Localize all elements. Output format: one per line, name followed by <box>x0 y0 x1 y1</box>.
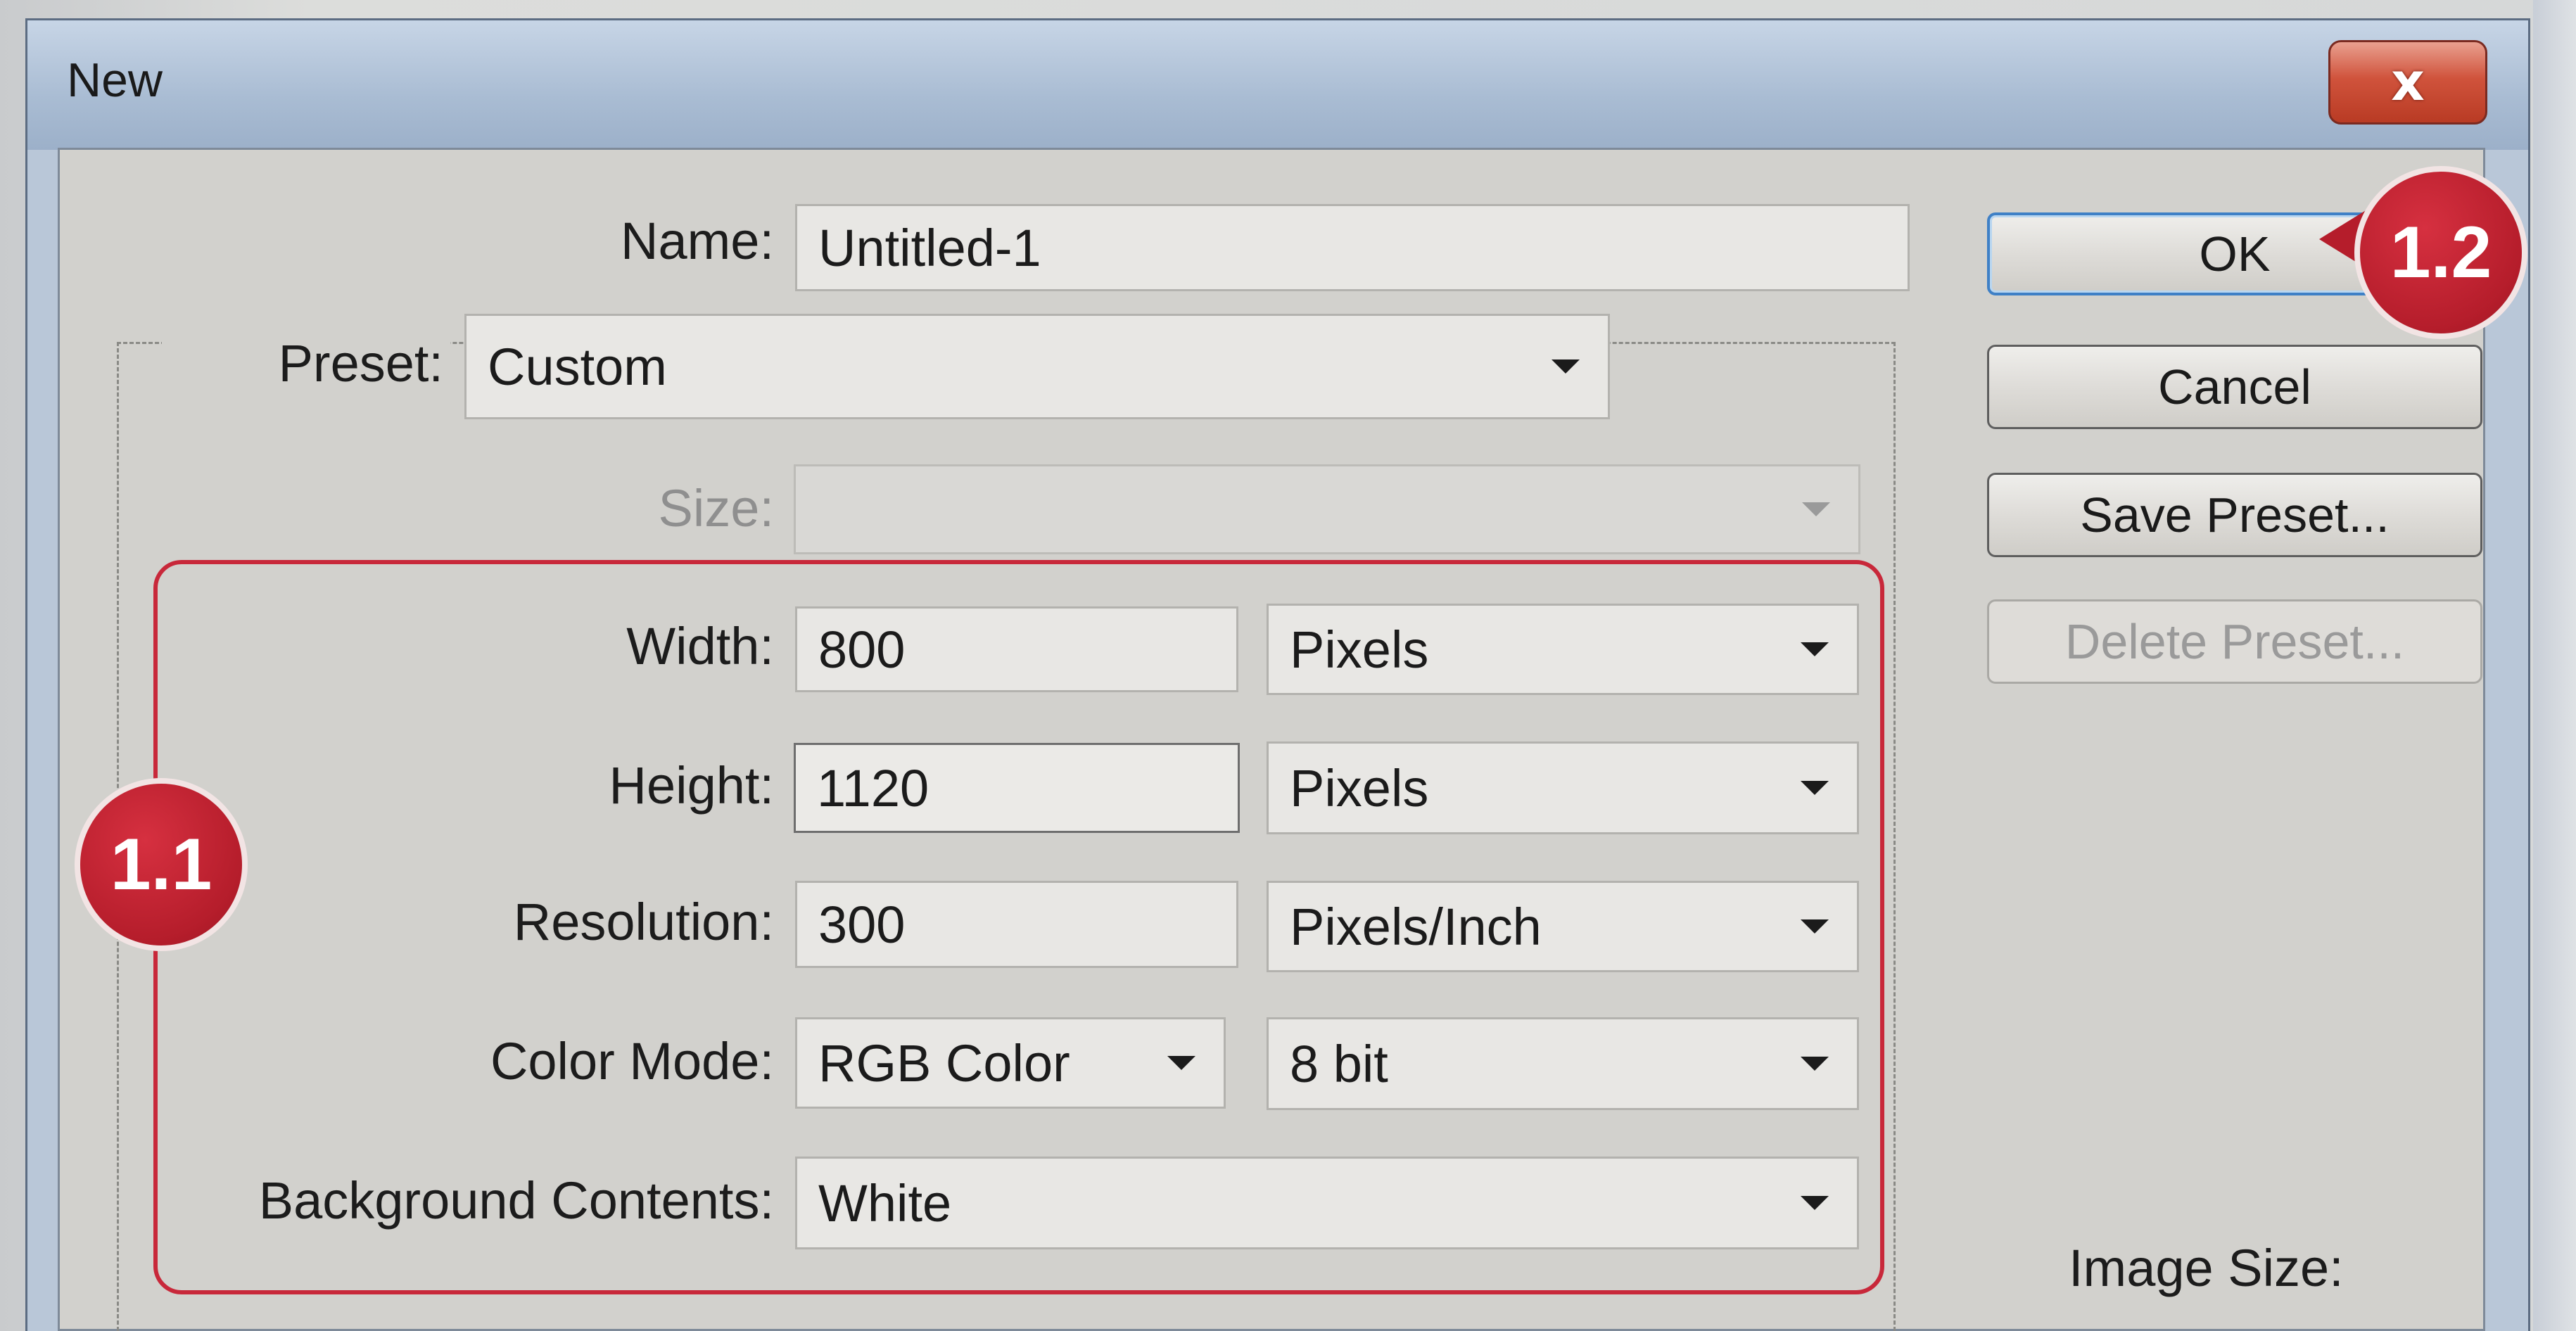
width-unit-dropdown[interactable]: Pixels <box>1267 604 1859 695</box>
cancel-button[interactable]: Cancel <box>1987 345 2482 429</box>
chevron-down-icon <box>1167 1056 1195 1070</box>
chevron-down-icon <box>1801 642 1829 656</box>
height-label: Height: <box>609 756 774 815</box>
save-preset-button[interactable]: Save Preset... <box>1987 473 2482 557</box>
color-mode-value: RGB Color <box>818 1033 1070 1093</box>
width-label: Width: <box>626 617 774 675</box>
color-mode-label: Color Mode: <box>490 1032 774 1090</box>
resolution-unit-value: Pixels/Inch <box>1290 897 1542 956</box>
width-input[interactable]: 800 <box>795 606 1238 692</box>
image-size-label: Image Size: <box>2069 1239 2344 1297</box>
bit-depth-value: 8 bit <box>1290 1034 1388 1093</box>
resolution-label: Resolution: <box>513 893 774 951</box>
height-input[interactable]: 1120 <box>794 743 1240 833</box>
resolution-input[interactable]: 300 <box>795 881 1238 968</box>
bit-depth-dropdown[interactable]: 8 bit <box>1267 1017 1859 1110</box>
width-unit-value: Pixels <box>1290 620 1429 679</box>
background-window-edge <box>2533 0 2576 1331</box>
size-dropdown[interactable] <box>794 464 1860 554</box>
size-label: Size: <box>658 479 774 537</box>
background-contents-dropdown[interactable]: White <box>795 1157 1859 1249</box>
delete-preset-button[interactable]: Delete Preset... <box>1987 599 2482 684</box>
chevron-down-icon <box>1801 1196 1829 1210</box>
preset-label: Preset: <box>162 333 450 393</box>
chevron-down-icon <box>1802 502 1830 516</box>
chevron-down-icon <box>1801 919 1829 934</box>
height-unit-dropdown[interactable]: Pixels <box>1267 741 1859 834</box>
close-icon: x <box>2391 52 2425 113</box>
color-mode-dropdown[interactable]: RGB Color <box>795 1017 1226 1109</box>
chevron-down-icon <box>1801 781 1829 795</box>
name-input[interactable]: Untitled-1 <box>795 204 1910 291</box>
preset-value: Custom <box>488 337 667 396</box>
close-button[interactable]: x <box>2328 40 2487 125</box>
height-unit-value: Pixels <box>1290 758 1429 817</box>
chevron-down-icon <box>1552 359 1580 374</box>
title-bar[interactable]: New x <box>27 20 2528 150</box>
dialog-title: New <box>67 53 163 107</box>
preset-dropdown[interactable]: Custom <box>464 314 1610 419</box>
resolution-unit-dropdown[interactable]: Pixels/Inch <box>1267 881 1859 972</box>
step-badge-1-1: 1.1 <box>75 778 248 951</box>
background-contents-value: White <box>818 1173 952 1233</box>
name-label: Name: <box>621 212 774 270</box>
step-badge-1-2: 1.2 <box>2354 166 2527 339</box>
background-contents-label: Background Contents: <box>258 1171 774 1230</box>
chevron-down-icon <box>1801 1057 1829 1071</box>
